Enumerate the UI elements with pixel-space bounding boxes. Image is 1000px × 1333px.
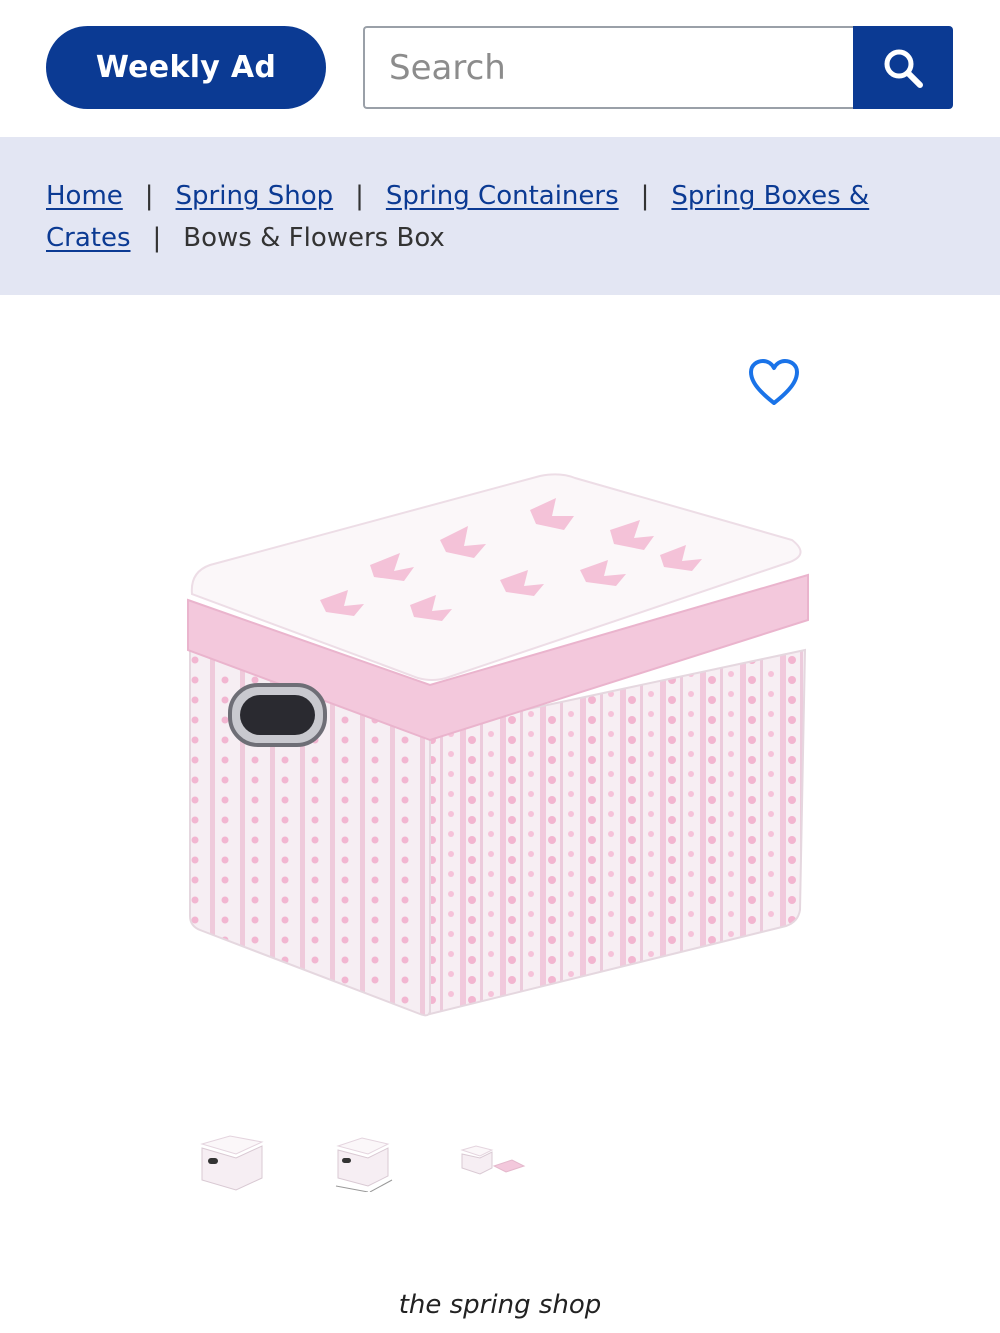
search-input[interactable] <box>363 26 855 109</box>
search-bar <box>363 26 953 109</box>
breadcrumb-separator: | <box>144 181 154 211</box>
breadcrumb-spring-containers[interactable]: Spring Containers <box>386 181 619 211</box>
breadcrumb-separator: | <box>355 181 364 211</box>
product-image[interactable] <box>180 470 820 1030</box>
breadcrumb-separator: | <box>640 181 650 211</box>
header: Weekly Ad <box>0 0 1000 137</box>
breadcrumb-spring-boxes-crates-cont[interactable]: Crates <box>46 223 131 253</box>
thumbnail-1[interactable] <box>196 1130 266 1192</box>
breadcrumb-current: Bows & Flowers Box <box>183 223 445 253</box>
heart-outline-icon[interactable] <box>748 358 800 408</box>
thumbnail-2[interactable] <box>328 1130 398 1192</box>
weekly-ad-button[interactable]: Weekly Ad <box>46 26 326 109</box>
breadcrumb-separator: | <box>152 223 162 253</box>
search-icon <box>884 49 923 88</box>
breadcrumb-home[interactable]: Home <box>46 181 123 211</box>
breadcrumb-spring-boxes-crates[interactable]: Spring Boxes & <box>671 181 869 211</box>
search-button[interactable] <box>853 26 953 109</box>
caption: the spring shop <box>398 1290 602 1320</box>
breadcrumb-spring-shop[interactable]: Spring Shop <box>176 181 334 211</box>
breadcrumb: Home | Spring Shop | Spring Containers | Sprin… <box>0 137 1000 295</box>
thumbnail-3[interactable] <box>456 1130 526 1192</box>
